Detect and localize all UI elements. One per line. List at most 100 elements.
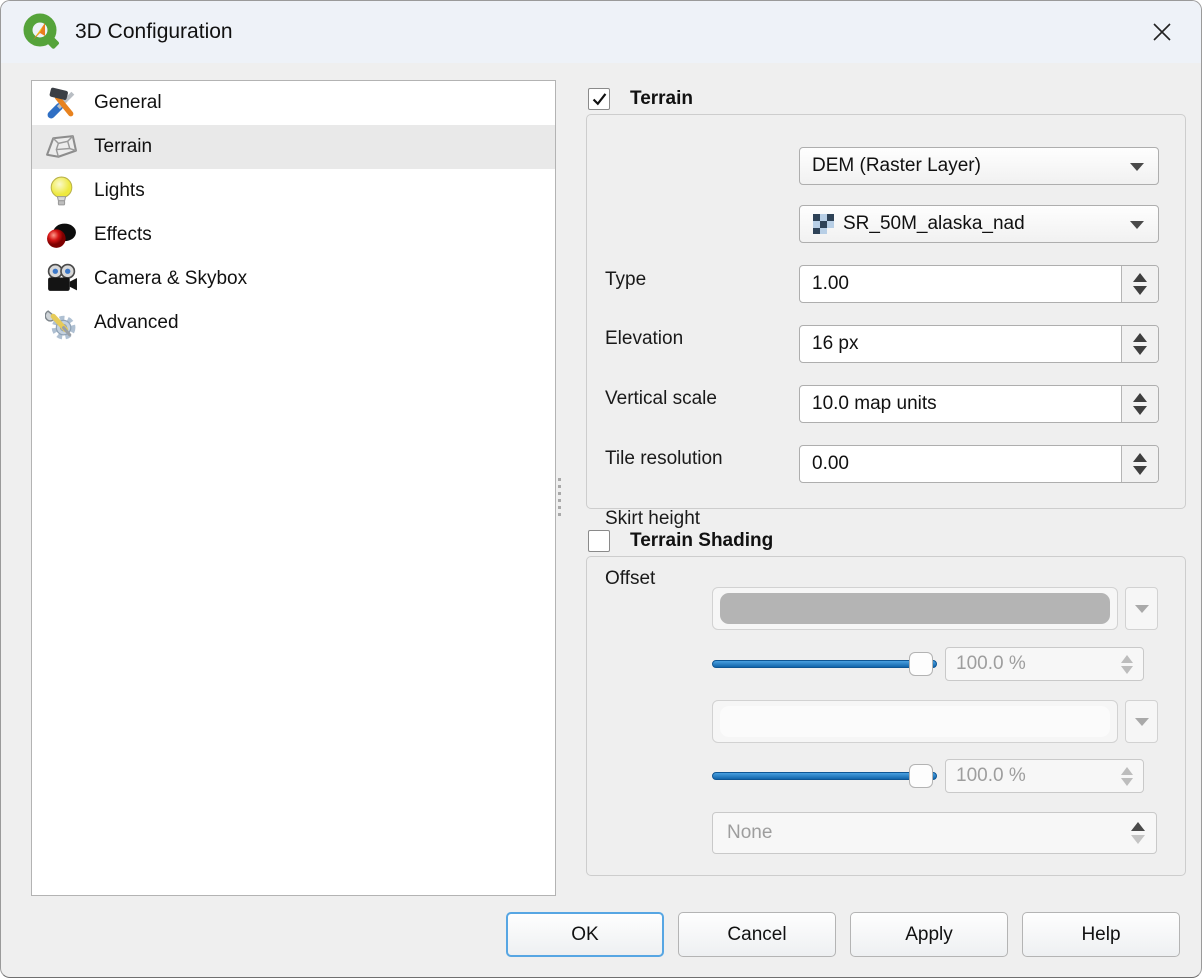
terrain-section-title: Terrain: [630, 88, 693, 110]
skirt-height-label: Skirt height: [605, 508, 700, 530]
spin-down-icon[interactable]: [1133, 406, 1147, 415]
specular-color-dropdown-button: [1125, 700, 1158, 743]
spin-down-icon[interactable]: [1133, 466, 1147, 475]
ambient-color-swatch: [720, 593, 1110, 624]
type-label: Type: [605, 269, 646, 291]
terrain-checkbox[interactable]: [588, 88, 610, 110]
vertical-scale-spinbox[interactable]: 1.00: [799, 265, 1159, 303]
spinner-buttons[interactable]: [1121, 386, 1158, 422]
specular-opacity-spinbox: 100.0 %: [945, 759, 1144, 793]
sidebar-item-label: Effects: [94, 224, 152, 246]
ambient-opacity-slider: [712, 652, 937, 676]
ok-button-label: OK: [571, 924, 598, 946]
close-button[interactable]: [1141, 11, 1183, 53]
sidebar-item-general[interactable]: General: [32, 81, 555, 125]
close-icon: [1151, 21, 1173, 43]
sidebar-item-camera-skybox[interactable]: Camera & Skybox: [32, 257, 555, 301]
spin-down-icon[interactable]: [1133, 286, 1147, 295]
advanced-tools-icon: [45, 307, 78, 340]
settings-category-list: General Terrain Lights: [31, 80, 556, 896]
spin-down-icon: [1121, 778, 1133, 786]
spin-up-icon[interactable]: [1133, 273, 1147, 282]
dialog-window: 3D Configuration General: [0, 0, 1202, 978]
terrain-shading-checkbox[interactable]: [588, 530, 610, 552]
help-button-label: Help: [1081, 924, 1120, 946]
chevron-down-icon: [1135, 718, 1149, 726]
camera-icon: [45, 263, 78, 296]
spin-up-icon: [1121, 655, 1133, 663]
chevron-down-icon: [1130, 163, 1144, 171]
sidebar-item-label: Terrain: [94, 136, 152, 158]
terrain-section-header: Terrain: [588, 88, 693, 110]
sidebar-item-lights[interactable]: Lights: [32, 169, 555, 213]
sidebar-item-label: Advanced: [94, 312, 179, 334]
vertical-scale-label: Vertical scale: [605, 388, 717, 410]
titlebar: 3D Configuration: [1, 1, 1201, 63]
slider-handle: [909, 652, 933, 676]
type-combobox[interactable]: DEM (Raster Layer): [799, 147, 1159, 185]
ambient-color-dropdown-button: [1125, 587, 1158, 630]
sidebar-item-terrain[interactable]: Terrain: [32, 125, 555, 169]
spin-up-icon[interactable]: [1133, 453, 1147, 462]
apply-button-label: Apply: [905, 924, 953, 946]
offset-value: 0.00: [800, 446, 1121, 482]
offset-spinbox[interactable]: 0.00: [799, 445, 1159, 483]
spinner-buttons: [1111, 648, 1143, 680]
specular-opacity-slider: [712, 764, 937, 788]
terrain-shading-section-header: Terrain Shading: [588, 530, 773, 552]
elevation-combobox[interactable]: SR_50M_alaska_nad: [799, 205, 1159, 243]
effects-sphere-icon: [45, 219, 78, 252]
cancel-button[interactable]: Cancel: [678, 912, 836, 957]
slider-track: [712, 772, 937, 780]
spinner-buttons[interactable]: [1121, 266, 1158, 302]
ok-button[interactable]: OK: [506, 912, 664, 957]
spin-down-icon[interactable]: [1133, 346, 1147, 355]
tile-resolution-spinbox[interactable]: 16 px: [799, 325, 1159, 363]
spin-up-icon[interactable]: [1133, 333, 1147, 342]
spin-up-icon: [1121, 767, 1133, 775]
skirt-height-spinbox[interactable]: 10.0 map units: [799, 385, 1159, 423]
cancel-button-label: Cancel: [727, 924, 786, 946]
splitter-handle[interactable]: [558, 478, 561, 516]
vertical-scale-value: 1.00: [800, 266, 1121, 302]
sidebar-item-label: General: [94, 92, 162, 114]
tile-resolution-value: 16 px: [800, 326, 1121, 362]
chevron-down-icon: [1130, 221, 1144, 229]
specular-color-swatch: [720, 706, 1110, 737]
type-combobox-value: DEM (Raster Layer): [812, 155, 981, 177]
sidebar-item-effects[interactable]: Effects: [32, 213, 555, 257]
ambient-opacity-value: 100.0 %: [946, 648, 1111, 680]
window-title: 3D Configuration: [75, 20, 233, 44]
checkmark-icon: [591, 91, 608, 108]
spinner-buttons[interactable]: [1121, 446, 1158, 482]
spin-up-icon: [1131, 822, 1145, 831]
specular-opacity-value: 100.0 %: [946, 760, 1111, 792]
general-tools-icon: [45, 87, 78, 120]
specular-color-button: [712, 700, 1118, 743]
shininess-spinbox: None: [712, 812, 1157, 854]
spinner-buttons: [1120, 813, 1156, 853]
terrain-shading-section-title: Terrain Shading: [630, 530, 773, 552]
slider-handle: [909, 764, 933, 788]
terrain-map-icon: [45, 131, 78, 164]
raster-layer-icon: [812, 214, 834, 234]
shininess-value: None: [713, 813, 1120, 853]
spin-down-icon: [1121, 666, 1133, 674]
ambient-color-button: [712, 587, 1118, 630]
elevation-label: Elevation: [605, 328, 683, 350]
spinner-buttons[interactable]: [1121, 326, 1158, 362]
sidebar-item-label: Camera & Skybox: [94, 268, 247, 290]
spin-up-icon[interactable]: [1133, 393, 1147, 402]
slider-track: [712, 660, 937, 668]
spin-down-icon: [1131, 835, 1145, 844]
sidebar-item-advanced[interactable]: Advanced: [32, 301, 555, 345]
tile-resolution-label: Tile resolution: [605, 448, 723, 470]
spinner-buttons: [1111, 760, 1143, 792]
elevation-combobox-value: SR_50M_alaska_nad: [843, 213, 1025, 235]
qgis-logo-icon: [21, 12, 61, 52]
apply-button[interactable]: Apply: [850, 912, 1008, 957]
skirt-height-value: 10.0 map units: [800, 386, 1121, 422]
help-button[interactable]: Help: [1022, 912, 1180, 957]
chevron-down-icon: [1135, 605, 1149, 613]
ambient-opacity-spinbox: 100.0 %: [945, 647, 1144, 681]
